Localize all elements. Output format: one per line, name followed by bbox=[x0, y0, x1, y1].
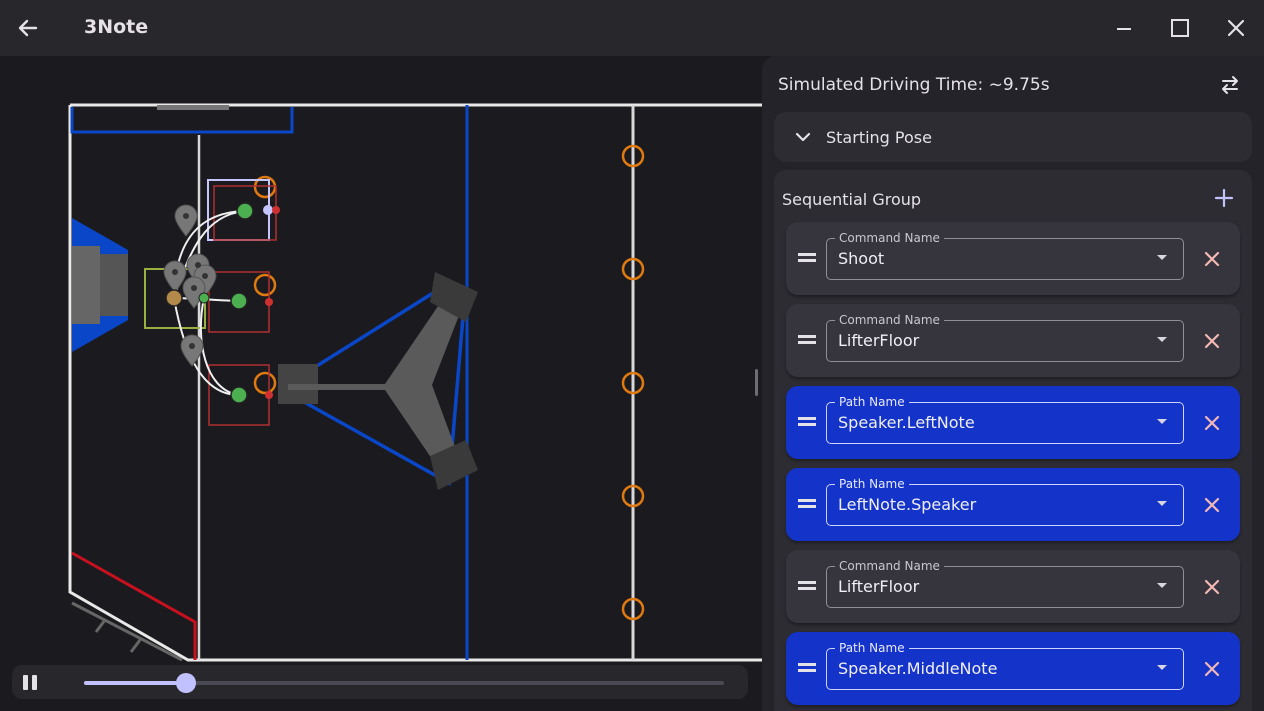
dropdown-label: Command Name bbox=[835, 312, 944, 328]
pose-marker-middle[interactable] bbox=[230, 292, 248, 310]
speaker-base bbox=[100, 254, 128, 316]
path-name-dropdown[interactable]: Path Name Speaker.LeftNote bbox=[826, 394, 1184, 444]
source-wall bbox=[71, 601, 183, 662]
dropdown-label: Command Name bbox=[835, 558, 944, 574]
field-preview[interactable] bbox=[0, 56, 762, 711]
simulated-driving-time: Simulated Driving Time: ~9.75s bbox=[778, 75, 1050, 95]
dropdown-arrow-icon[interactable] bbox=[1157, 501, 1167, 506]
rotation-target-middle[interactable] bbox=[265, 298, 273, 306]
starting-pose-label: Starting Pose bbox=[826, 128, 932, 147]
rotation-handle-left[interactable] bbox=[263, 205, 273, 215]
chevron-down-icon[interactable] bbox=[794, 128, 812, 146]
drag-handle-icon[interactable] bbox=[798, 335, 816, 347]
dropdown-arrow-icon[interactable] bbox=[1157, 665, 1167, 670]
command-name-dropdown[interactable]: Command Name LifterFloor bbox=[826, 312, 1184, 362]
command-row-lifterfloor[interactable]: Command Name LifterFloor bbox=[786, 304, 1240, 377]
path-row-speaker-leftnote[interactable]: Path Name Speaker.LeftNote bbox=[786, 386, 1240, 459]
command-row-shoot[interactable]: Command Name Shoot bbox=[786, 222, 1240, 295]
remove-close-icon[interactable] bbox=[1202, 331, 1222, 351]
starting-pose-card[interactable]: Starting Pose bbox=[774, 112, 1252, 162]
drag-handle-icon[interactable] bbox=[798, 417, 816, 429]
path-name-dropdown[interactable]: Path Name LeftNote.Speaker bbox=[826, 476, 1184, 526]
amp-zone bbox=[70, 107, 294, 134]
window-title: 3Note bbox=[84, 16, 149, 38]
dropdown-arrow-icon[interactable] bbox=[1157, 583, 1167, 588]
remove-close-icon[interactable] bbox=[1202, 495, 1222, 515]
pose-marker-small[interactable] bbox=[198, 292, 210, 304]
start-pose-marker[interactable] bbox=[165, 289, 183, 307]
maximize-icon[interactable] bbox=[1168, 16, 1192, 40]
path-name-dropdown[interactable]: Path Name Speaker.MiddleNote bbox=[826, 640, 1184, 690]
playback-slider-fill bbox=[84, 681, 187, 685]
rotation-target-left[interactable] bbox=[272, 206, 280, 214]
drag-handle-icon[interactable] bbox=[798, 499, 816, 511]
group-title: Sequential Group bbox=[782, 190, 922, 209]
auto-editor-sidebar: Simulated Driving Time: ~9.75s Starting … bbox=[762, 56, 1264, 711]
remove-close-icon[interactable] bbox=[1202, 577, 1222, 597]
dropdown-label: Path Name bbox=[835, 640, 909, 656]
close-icon[interactable] bbox=[1224, 16, 1248, 40]
dropdown-value: LifterFloor bbox=[838, 331, 920, 350]
pose-marker-left[interactable] bbox=[236, 202, 254, 220]
drag-handle-icon[interactable] bbox=[798, 663, 816, 675]
swap-horizontal-icon[interactable] bbox=[1217, 72, 1243, 98]
dropdown-arrow-icon[interactable] bbox=[1157, 337, 1167, 342]
source-zone-red bbox=[71, 551, 197, 660]
add-command-plus-icon[interactable] bbox=[1212, 186, 1236, 210]
remove-close-icon[interactable] bbox=[1202, 659, 1222, 679]
amp bbox=[157, 105, 229, 110]
rotation-target-right[interactable] bbox=[265, 391, 273, 399]
remove-close-icon[interactable] bbox=[1202, 413, 1222, 433]
dropdown-arrow-icon[interactable] bbox=[1157, 419, 1167, 424]
speaker bbox=[72, 246, 100, 324]
field-canvas[interactable] bbox=[0, 56, 762, 711]
minimize-icon[interactable] bbox=[1112, 16, 1136, 40]
path-row-leftnote-speaker[interactable]: Path Name LeftNote.Speaker bbox=[786, 468, 1240, 541]
command-name-dropdown[interactable]: Command Name Shoot bbox=[826, 230, 1184, 280]
title-bar: 3Note bbox=[0, 0, 1264, 56]
dropdown-label: Path Name bbox=[835, 476, 909, 492]
dropdown-label: Command Name bbox=[835, 230, 944, 246]
pose-marker-right[interactable] bbox=[230, 386, 248, 404]
drag-handle-icon[interactable] bbox=[798, 253, 816, 265]
pause-icon[interactable] bbox=[20, 675, 40, 691]
panel-resize-handle[interactable] bbox=[755, 369, 758, 396]
dropdown-value: LeftNote.Speaker bbox=[838, 495, 977, 514]
path-row-speaker-middlenote[interactable]: Path Name Speaker.MiddleNote bbox=[786, 632, 1240, 705]
dropdown-label: Path Name bbox=[835, 394, 909, 410]
sequential-group-card: Sequential Group Command Name Shoot Comm… bbox=[774, 170, 1252, 711]
command-row-lifterfloor-2[interactable]: Command Name LifterFloor bbox=[786, 550, 1240, 623]
dropdown-value: Shoot bbox=[838, 249, 885, 268]
dropdown-value: Speaker.MiddleNote bbox=[838, 659, 998, 678]
remove-close-icon[interactable] bbox=[1202, 249, 1222, 269]
back-arrow-icon[interactable] bbox=[14, 14, 42, 42]
dropdown-value: Speaker.LeftNote bbox=[838, 413, 975, 432]
command-name-dropdown[interactable]: Command Name LifterFloor bbox=[826, 558, 1184, 608]
dropdown-arrow-icon[interactable] bbox=[1157, 255, 1167, 260]
drag-handle-icon[interactable] bbox=[798, 581, 816, 593]
dropdown-value: LifterFloor bbox=[838, 577, 920, 596]
